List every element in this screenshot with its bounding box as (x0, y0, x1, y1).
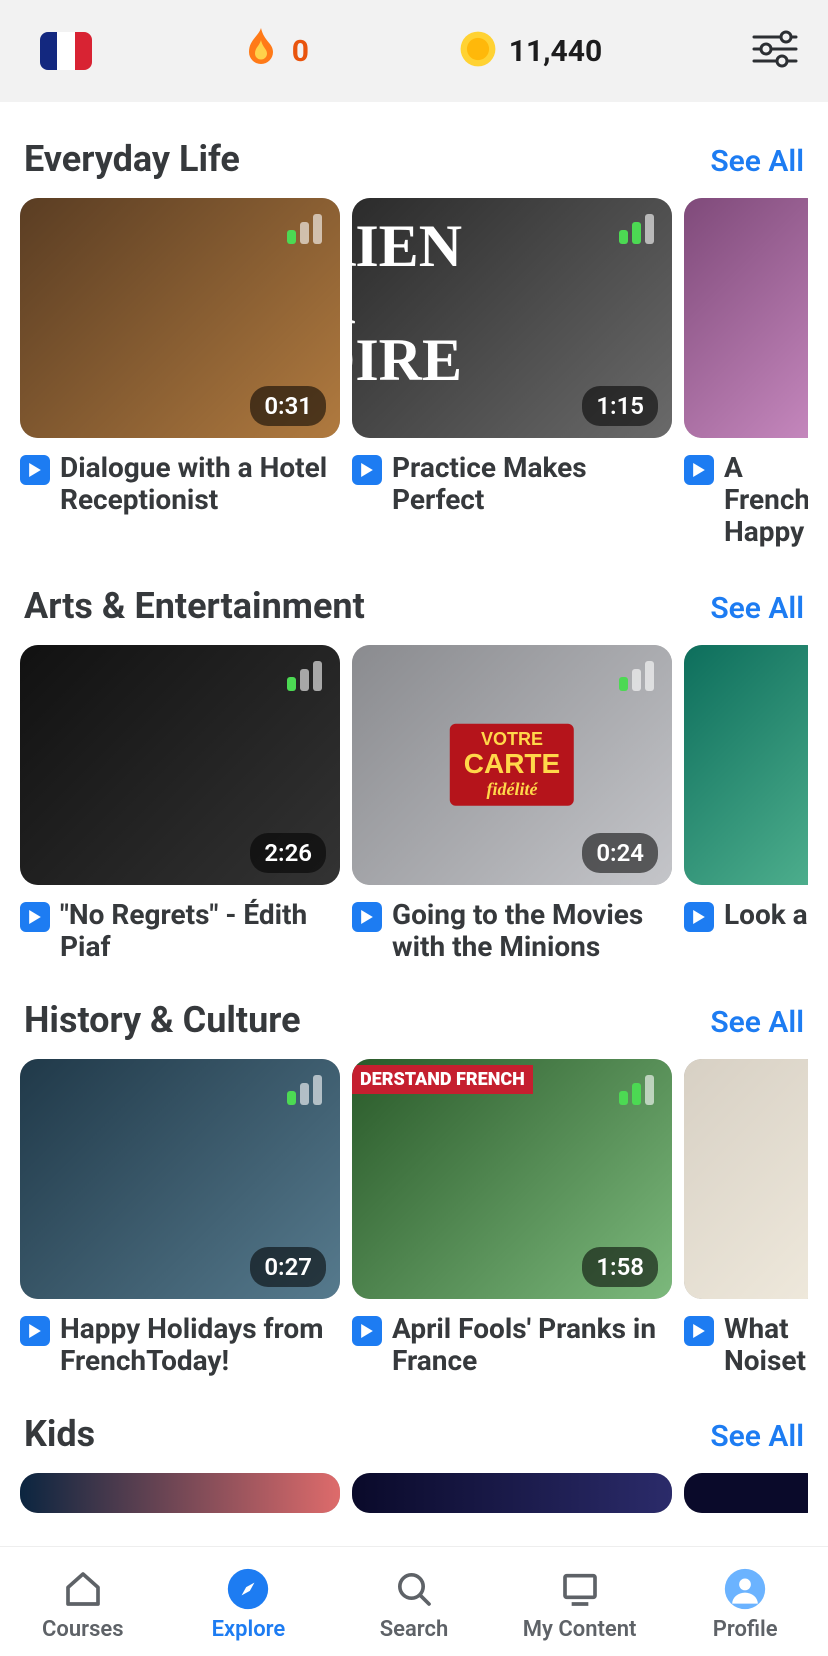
video-duration: 2:26 (250, 833, 326, 873)
nav-label: Explore (212, 1617, 286, 1642)
video-title: A French Happy (724, 452, 808, 549)
video-card[interactable]: RIENÀDIRE 1:15 Practice Makes Perfect (352, 198, 672, 549)
video-duration: 1:15 (582, 386, 658, 426)
video-title: Happy Holidays from FrenchToday! (60, 1313, 340, 1377)
nav-profile[interactable]: Profile (670, 1567, 820, 1642)
section-title: History & Culture (24, 999, 301, 1041)
see-all-link[interactable]: See All (710, 1005, 804, 1040)
monitor-icon (558, 1567, 602, 1611)
play-icon (352, 902, 382, 932)
video-card[interactable] (352, 1473, 672, 1513)
video-title: What Noiset (724, 1313, 808, 1377)
settings-button[interactable] (752, 29, 798, 73)
video-card[interactable]: A French Happy (684, 198, 808, 549)
profile-icon (723, 1567, 767, 1611)
coin-icon (459, 30, 497, 72)
coin-count: 11,440 (509, 34, 602, 69)
sliders-icon (752, 54, 798, 73)
header-bar: 0 11,440 (0, 0, 828, 102)
nav-label: My Content (523, 1617, 637, 1642)
video-card[interactable] (20, 1473, 340, 1513)
video-card[interactable]: 2:26 "No Regrets" - Édith Piaf (20, 645, 340, 963)
difficulty-icon (287, 661, 322, 691)
nav-courses[interactable]: Courses (8, 1567, 158, 1642)
section-title: Arts & Entertainment (24, 585, 365, 627)
video-title: Dialogue with a Hotel Receptionist (60, 452, 340, 516)
difficulty-icon (619, 1075, 654, 1105)
streak-count: 0 (292, 34, 309, 69)
video-duration: 1:58 (582, 1247, 658, 1287)
section-everyday-life: Everyday Life See All 0:31 Dialogue with… (0, 102, 828, 549)
see-all-link[interactable]: See All (710, 144, 804, 179)
nav-my-content[interactable]: My Content (505, 1567, 655, 1642)
language-flag-button[interactable] (40, 32, 92, 70)
section-kids: Kids See All (0, 1377, 828, 1513)
video-duration: 0:31 (250, 386, 326, 426)
coin-indicator[interactable]: 11,440 (459, 30, 602, 72)
play-icon (684, 455, 714, 485)
search-icon (392, 1567, 436, 1611)
video-duration: 0:24 (582, 833, 658, 873)
video-card[interactable]: VOTRECARTEfidélité 0:24 Going to the Mov… (352, 645, 672, 963)
see-all-link[interactable]: See All (710, 591, 804, 626)
video-title: Look a (724, 899, 808, 931)
nav-label: Courses (42, 1617, 124, 1642)
play-icon (684, 1316, 714, 1346)
video-card[interactable]: 0:31 Dialogue with a Hotel Receptionist (20, 198, 340, 549)
card-row[interactable]: 0:31 Dialogue with a Hotel Receptionist … (20, 198, 808, 549)
play-icon (20, 1316, 50, 1346)
section-title: Kids (24, 1413, 95, 1455)
video-title: April Fools' Pranks in France (392, 1313, 672, 1377)
video-card[interactable]: 0:27 Happy Holidays from FrenchToday! (20, 1059, 340, 1377)
section-title: Everyday Life (24, 138, 240, 180)
video-card[interactable]: Look a (684, 645, 808, 963)
nav-label: Search (380, 1617, 449, 1642)
bottom-nav: Courses Explore Search My Content (0, 1546, 828, 1656)
nav-search[interactable]: Search (339, 1567, 489, 1642)
play-icon (20, 902, 50, 932)
video-title: Practice Makes Perfect (392, 452, 672, 516)
home-icon (61, 1567, 105, 1611)
nav-label: Profile (713, 1617, 778, 1642)
difficulty-icon (287, 214, 322, 244)
streak-indicator[interactable]: 0 (242, 28, 309, 74)
play-icon (684, 902, 714, 932)
difficulty-icon (619, 661, 654, 691)
card-row[interactable]: 0:27 Happy Holidays from FrenchToday! DE… (20, 1059, 808, 1377)
card-row[interactable]: 2:26 "No Regrets" - Édith Piaf VOTRECART… (20, 645, 808, 963)
section-arts-entertainment: Arts & Entertainment See All 2:26 "No Re… (0, 549, 828, 963)
difficulty-icon (619, 214, 654, 244)
video-title: "No Regrets" - Édith Piaf (60, 899, 340, 963)
play-icon (352, 455, 382, 485)
play-icon (20, 455, 50, 485)
nav-explore[interactable]: Explore (173, 1567, 323, 1642)
video-card[interactable]: What Noiset (684, 1059, 808, 1377)
video-title: Going to the Movies with the Minions (392, 899, 672, 963)
compass-icon (226, 1567, 270, 1611)
see-all-link[interactable]: See All (710, 1419, 804, 1454)
play-icon (352, 1316, 382, 1346)
section-history-culture: History & Culture See All 0:27 Happy Hol… (0, 963, 828, 1377)
card-row[interactable] (20, 1473, 808, 1513)
video-card[interactable]: DERSTAND FRENCH LES FARCEDU 1ER AVRILFRA… (352, 1059, 672, 1377)
fire-icon (242, 28, 280, 74)
difficulty-icon (287, 1075, 322, 1105)
video-card[interactable] (684, 1473, 808, 1513)
video-duration: 0:27 (250, 1247, 326, 1287)
